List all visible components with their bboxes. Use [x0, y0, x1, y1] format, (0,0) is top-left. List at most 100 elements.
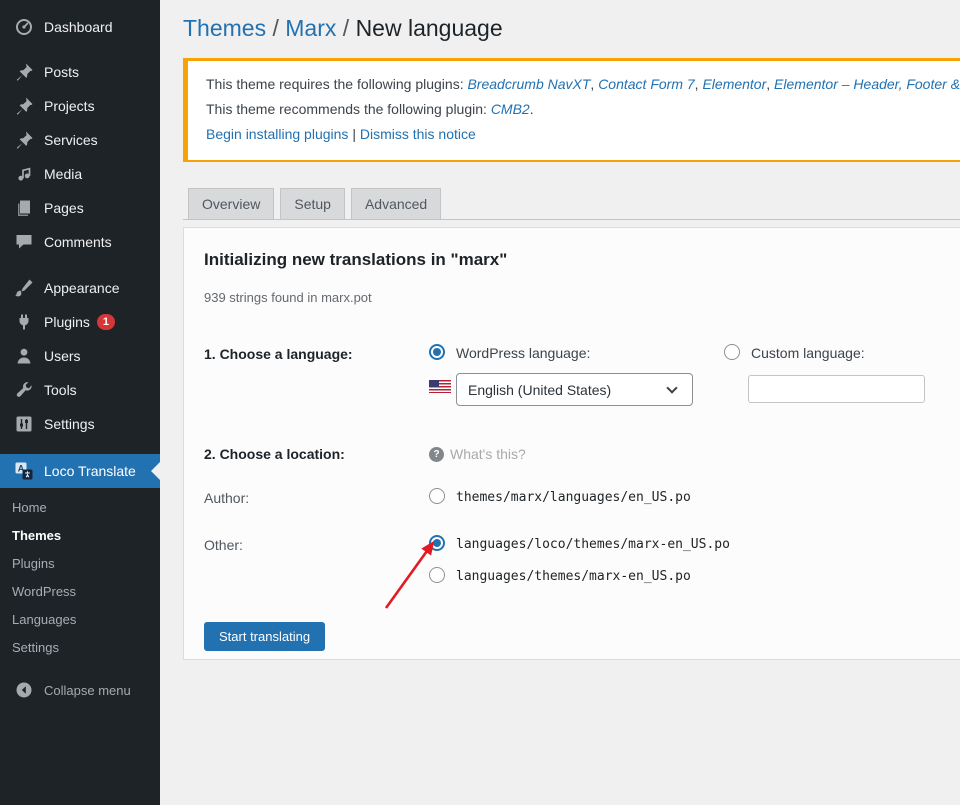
- appearance-icon: [14, 278, 34, 298]
- custom-language-radio[interactable]: [724, 344, 740, 360]
- menu-label: Projects: [44, 98, 95, 114]
- tools-icon: [14, 380, 34, 400]
- recommended-plugin-line: This theme recommends the following plug…: [206, 99, 960, 120]
- choose-language-label: 1. Choose a language:: [204, 346, 353, 362]
- requires-text: This theme requires the following plugin…: [206, 76, 467, 92]
- other-location-path-languages: languages/themes/marx-en_US.po: [456, 569, 691, 584]
- tab-advanced[interactable]: Advanced: [351, 188, 441, 220]
- sidebar-item-media[interactable]: Media: [0, 157, 160, 191]
- loco-translate-submenu: Home Themes Plugins WordPress Languages …: [0, 488, 160, 670]
- submenu-item-wordpress[interactable]: WordPress: [0, 578, 160, 606]
- sidebar-item-dashboard[interactable]: Dashboard: [0, 10, 160, 44]
- sidebar-item-tools[interactable]: Tools: [0, 373, 160, 407]
- collapse-label: Collapse menu: [44, 683, 131, 698]
- sidebar-item-services[interactable]: Services: [0, 123, 160, 157]
- language-select[interactable]: English (United States): [456, 373, 693, 406]
- whats-this-link[interactable]: ? What's this?: [429, 446, 526, 462]
- submenu-item-home[interactable]: Home: [0, 494, 160, 522]
- comma: ,: [766, 76, 774, 92]
- menu-label: Settings: [44, 416, 95, 432]
- required-plugins-line: This theme requires the following plugin…: [206, 74, 960, 95]
- plugin-link-elementor[interactable]: Elementor: [702, 76, 766, 92]
- admin-content: Themes / Marx / New language This theme …: [160, 0, 960, 805]
- pin-icon: [14, 130, 34, 150]
- menu-label: Posts: [44, 64, 79, 80]
- question-mark-icon: ?: [429, 447, 444, 462]
- period: .: [530, 101, 534, 117]
- submenu-item-settings[interactable]: Settings: [0, 634, 160, 662]
- notice-actions-line: Begin installing plugins | Dismiss this …: [206, 124, 960, 145]
- strings-found-text: 939 strings found in marx.pot: [204, 290, 372, 305]
- comments-icon: [14, 232, 34, 252]
- author-location-path: themes/marx/languages/en_US.po: [456, 490, 691, 505]
- wordpress-language-radio[interactable]: [429, 344, 445, 360]
- tab-setup[interactable]: Setup: [280, 188, 345, 220]
- custom-language-label: Custom language:: [751, 345, 865, 361]
- other-location-radio-loco[interactable]: [429, 535, 445, 551]
- custom-language-input[interactable]: [748, 375, 925, 403]
- loco-translate-icon: A: [14, 461, 34, 481]
- tgmpa-plugin-notice: This theme requires the following plugin…: [183, 58, 960, 162]
- loco-nav-tabs: Overview Setup Advanced: [183, 188, 960, 220]
- menu-label: Media: [44, 166, 82, 182]
- plugin-link-elementor-hfb[interactable]: Elementor – Header, Footer & Blocks Te: [774, 76, 960, 92]
- begin-installing-plugins-link[interactable]: Begin installing plugins: [206, 126, 348, 142]
- menu-label: Plugins: [44, 314, 90, 330]
- other-location-radio-languages[interactable]: [429, 567, 445, 583]
- plugin-link-breadcrumb-navxt[interactable]: Breadcrumb NavXT: [467, 76, 590, 92]
- submenu-item-plugins[interactable]: Plugins: [0, 550, 160, 578]
- admin-menu: Dashboard Posts Projects Services: [0, 0, 160, 704]
- menu-label: Loco Translate: [44, 463, 136, 479]
- sidebar-item-settings[interactable]: Settings: [0, 407, 160, 441]
- tab-overview[interactable]: Overview: [188, 188, 274, 220]
- menu-label: Services: [44, 132, 98, 148]
- users-icon: [14, 346, 34, 366]
- breadcrumb-separator: /: [266, 15, 285, 41]
- start-translating-button[interactable]: Start translating: [204, 622, 325, 651]
- submenu-item-themes[interactable]: Themes: [0, 522, 160, 550]
- pin-icon: [14, 96, 34, 116]
- choose-location-label: 2. Choose a location:: [204, 446, 345, 462]
- menu-label: Pages: [44, 200, 84, 216]
- plugin-link-cmb2[interactable]: CMB2: [491, 101, 530, 117]
- media-icon: [14, 164, 34, 184]
- recommends-text: This theme recommends the following plug…: [206, 101, 491, 117]
- menu-separator: [0, 259, 160, 271]
- sidebar-item-loco-translate[interactable]: A Loco Translate: [0, 454, 160, 488]
- sidebar-item-projects[interactable]: Projects: [0, 89, 160, 123]
- dismiss-notice-link[interactable]: Dismiss this notice: [360, 126, 476, 142]
- settings-icon: [14, 414, 34, 434]
- plugin-link-contact-form-7[interactable]: Contact Form 7: [598, 76, 694, 92]
- menu-label: Tools: [44, 382, 77, 398]
- sidebar-item-users[interactable]: Users: [0, 339, 160, 373]
- pages-icon: [14, 198, 34, 218]
- collapse-icon: [14, 680, 34, 700]
- sidebar-item-pages[interactable]: Pages: [0, 191, 160, 225]
- admin-sidebar: Dashboard Posts Projects Services: [0, 0, 160, 805]
- page-title: New language: [356, 15, 503, 41]
- collapse-menu-button[interactable]: Collapse menu: [0, 676, 160, 704]
- author-location-radio[interactable]: [429, 488, 445, 504]
- menu-separator: [0, 44, 160, 55]
- other-label: Other:: [204, 537, 243, 553]
- submenu-item-languages[interactable]: Languages: [0, 606, 160, 634]
- sidebar-item-appearance[interactable]: Appearance: [0, 271, 160, 305]
- active-menu-arrow: [151, 462, 160, 480]
- menu-label: Dashboard: [44, 19, 113, 35]
- menu-label: Comments: [44, 234, 112, 250]
- sidebar-item-plugins[interactable]: Plugins 1: [0, 305, 160, 339]
- sidebar-item-posts[interactable]: Posts: [0, 55, 160, 89]
- breadcrumb-link-marx[interactable]: Marx: [285, 15, 336, 41]
- new-language-panel: Initializing new translations in "marx" …: [183, 227, 960, 660]
- action-separator: |: [348, 126, 359, 142]
- other-location-path-loco: languages/loco/themes/marx-en_US.po: [456, 537, 730, 552]
- menu-label: Users: [44, 348, 81, 364]
- breadcrumb-link-themes[interactable]: Themes: [183, 15, 266, 41]
- menu-separator: [0, 441, 160, 454]
- wordpress-language-label: WordPress language:: [456, 345, 590, 361]
- author-label: Author:: [204, 490, 249, 506]
- breadcrumb-separator: /: [336, 15, 355, 41]
- sidebar-item-comments[interactable]: Comments: [0, 225, 160, 259]
- breadcrumb: Themes / Marx / New language: [160, 0, 960, 42]
- plugins-icon: [14, 312, 34, 332]
